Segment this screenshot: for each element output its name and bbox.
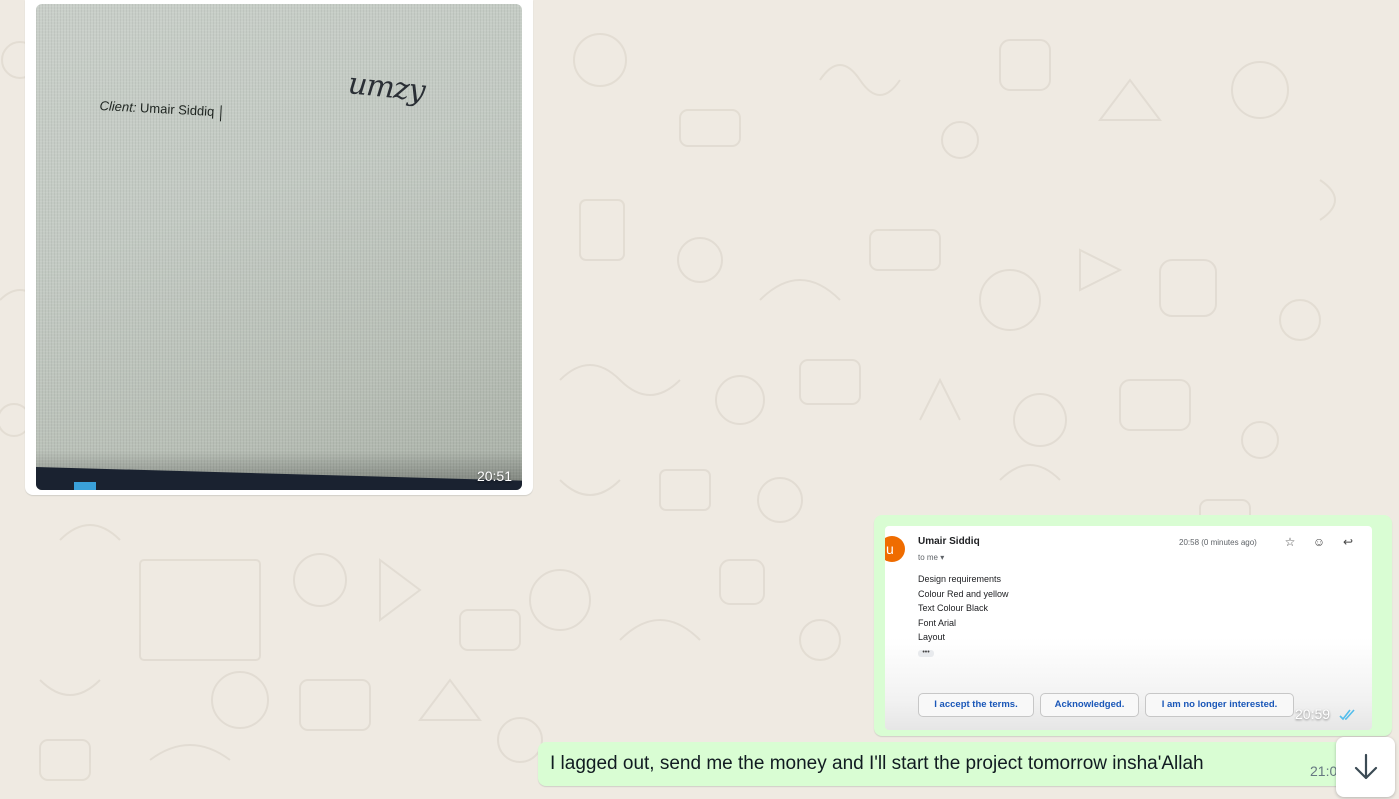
emoji-icon: ☺: [1312, 535, 1326, 549]
message-text: I lagged out, send me the money and I'll…: [550, 753, 1204, 774]
message-time: 21:0: [1310, 763, 1338, 779]
photo-client-name: Umair Siddiq: [139, 100, 215, 119]
chat-background: Client: Umair Siddiq umzy 20:51 u Umair …: [0, 0, 1399, 799]
received-photo[interactable]: Client: Umair Siddiq umzy 20:51: [36, 4, 522, 490]
email-body-line: Design requirements: [918, 574, 1002, 584]
message-time: 20:51: [476, 468, 512, 484]
arrow-down-icon: [1354, 753, 1378, 780]
outgoing-text-message[interactable]: I lagged out, send me the money and I'll…: [538, 742, 1390, 786]
email-body-line: Font Arial: [918, 617, 957, 628]
email-body-line: Layout: [918, 632, 946, 642]
taskbar-icon: [74, 482, 96, 490]
outgoing-image-message[interactable]: u Umair Siddiq to me ▾ 20:58 (0 minutes …: [874, 515, 1392, 736]
more-indicator: •••: [918, 649, 934, 657]
reply-chip-accept: I accept the terms.: [918, 693, 1034, 717]
sender-avatar: u: [885, 536, 905, 562]
email-sender: Umair Siddiq: [918, 536, 980, 547]
incoming-image-message[interactable]: Client: Umair Siddiq umzy 20:51: [25, 0, 533, 495]
email-recipient: to me ▾: [918, 553, 945, 562]
double-check-icon: [1339, 709, 1355, 721]
photo-screen-texture: [36, 4, 522, 490]
email-body: Design requirements Colour Red and yello…: [918, 572, 1009, 645]
reply-icon: ↩: [1342, 535, 1354, 549]
email-time: 20:58 (0 minutes ago): [1179, 538, 1257, 547]
star-icon: ☆: [1284, 535, 1296, 549]
scroll-to-bottom-button[interactable]: [1336, 737, 1395, 797]
reply-chip-acknowledged: Acknowledged.: [1040, 693, 1139, 717]
email-body-line: Text Colour Black: [918, 603, 989, 613]
email-body-line: Colour Red and yellow: [918, 588, 1009, 599]
reply-chip-not-interested: I am no longer interested.: [1145, 693, 1294, 717]
message-time: 20:59: [1295, 706, 1331, 722]
photo-client-label: Client:: [99, 98, 137, 115]
email-screenshot[interactable]: u Umair Siddiq to me ▾ 20:58 (0 minutes …: [885, 526, 1372, 730]
